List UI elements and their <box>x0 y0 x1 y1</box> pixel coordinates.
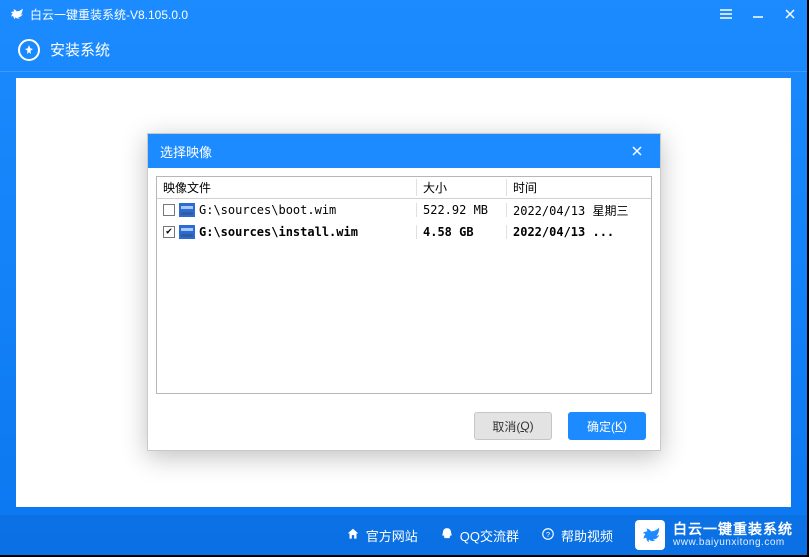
brand: 白云一键重装系统 www.baiyunxitong.com <box>635 520 793 550</box>
app-title: 白云一键重装系统-V8.105.0.0 <box>30 6 188 23</box>
link-label: 帮助视频 <box>561 526 613 545</box>
col-size-header[interactable]: 大小 <box>417 179 507 196</box>
image-table: 映像文件 大小 时间 G:\sources\boot.wim 522.92 MB… <box>156 176 652 394</box>
brand-name: 白云一键重装系统 <box>673 522 793 537</box>
dialog-title: 选择映像 <box>160 142 626 161</box>
brand-url: www.baiyunxitong.com <box>673 537 793 548</box>
file-path: G:\sources\install.wim <box>199 225 358 239</box>
wim-file-icon <box>179 225 195 239</box>
table-row[interactable]: G:\sources\install.wim 4.58 GB 2022/04/1… <box>157 221 651 243</box>
col-file-header[interactable]: 映像文件 <box>157 179 417 196</box>
menu-button[interactable] <box>717 5 735 23</box>
titlebar: 白云一键重装系统-V8.105.0.0 <box>0 0 807 28</box>
qq-icon <box>440 527 454 544</box>
subheader-label: 安装系统 <box>50 39 110 60</box>
dialog-header: 选择映像 <box>148 134 660 168</box>
help-icon: ? <box>541 527 555 544</box>
close-button[interactable] <box>781 5 799 23</box>
table-row[interactable]: G:\sources\boot.wim 522.92 MB 2022/04/13… <box>157 199 651 221</box>
link-official-site[interactable]: 官方网站 <box>346 526 418 545</box>
app-window: 白云一键重装系统-V8.105.0.0 安装系统 官方网站 <box>0 0 807 555</box>
cancel-button[interactable]: 取消(Q) <box>474 412 552 440</box>
file-time: 2022/04/13 ... <box>507 225 651 239</box>
file-path: G:\sources\boot.wim <box>199 203 336 217</box>
col-time-header[interactable]: 时间 <box>507 179 651 196</box>
app-logo-icon <box>8 6 24 22</box>
svg-text:?: ? <box>546 529 550 538</box>
file-time: 2022/04/13 星期三 <box>507 202 651 219</box>
link-qq-group[interactable]: QQ交流群 <box>440 526 519 545</box>
minimize-button[interactable] <box>749 5 767 23</box>
link-help-video[interactable]: ? 帮助视频 <box>541 526 613 545</box>
link-label: 官方网站 <box>366 526 418 545</box>
ok-button[interactable]: 确定(K) <box>568 412 646 440</box>
file-size: 522.92 MB <box>417 203 507 217</box>
link-label: QQ交流群 <box>460 526 519 545</box>
window-controls <box>717 5 799 23</box>
brand-logo-icon <box>635 520 665 550</box>
dialog-close-button[interactable] <box>626 140 648 162</box>
wim-file-icon <box>179 203 195 217</box>
file-size: 4.58 GB <box>417 225 507 239</box>
bottombar: 官方网站 QQ交流群 ? 帮助视频 白云一键重装系统 www.baiyunxit… <box>0 515 807 555</box>
dialog-body: 映像文件 大小 时间 G:\sources\boot.wim 522.92 MB… <box>148 168 660 402</box>
dialog-footer: 取消(Q) 确定(K) <box>148 402 660 450</box>
table-header: 映像文件 大小 时间 <box>157 177 651 199</box>
install-step-icon <box>18 39 40 61</box>
select-image-dialog: 选择映像 映像文件 大小 时间 G:\sources\boot.wim <box>147 133 661 451</box>
home-icon <box>346 527 360 544</box>
row-checkbox[interactable] <box>163 204 175 216</box>
row-checkbox[interactable] <box>163 226 175 238</box>
subheader: 安装系统 <box>0 28 807 72</box>
